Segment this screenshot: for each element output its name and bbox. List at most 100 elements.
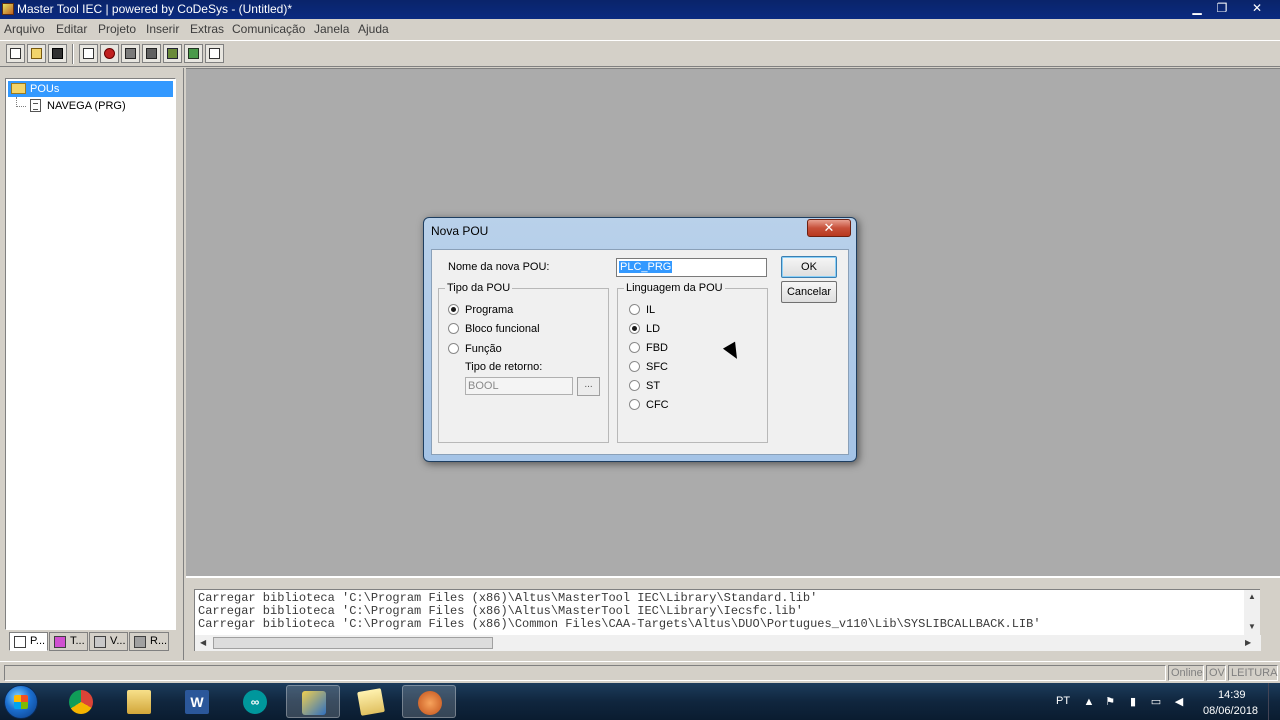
menu-arquivo[interactable]: Arquivo: [4, 22, 45, 36]
arduino-icon: ∞: [243, 690, 267, 714]
login-button[interactable]: [121, 44, 140, 63]
clock-time[interactable]: 14:39: [1218, 689, 1246, 701]
menu-ajuda[interactable]: Ajuda: [358, 22, 389, 36]
radio-bloco-funcional[interactable]: Bloco funcional: [448, 322, 540, 336]
radio-label: CFC: [646, 399, 669, 411]
action-center-icon[interactable]: ⚑: [1103, 696, 1117, 708]
radio-indicator: [629, 361, 640, 372]
logout-button[interactable]: [142, 44, 161, 63]
pou-tree: POUs NAVEGA (PRG): [5, 78, 176, 630]
radio-indicator: [629, 342, 640, 353]
messages-box[interactable]: Carregar biblioteca 'C:\Program Files (x…: [194, 589, 1261, 651]
tab-types[interactable]: T...: [49, 632, 88, 651]
menu-bar: Arquivo Editar Projeto Inserir Extras Co…: [0, 19, 1280, 39]
stop-button[interactable]: [100, 44, 119, 63]
menu-projeto[interactable]: Projeto: [98, 22, 136, 36]
pou-language-group: Linguagem da POU IL LD FBD SFC ST CFC: [617, 282, 768, 443]
show-hidden-icons-icon[interactable]: ▲: [1082, 696, 1096, 708]
tab-label: T...: [70, 635, 85, 647]
restore-button[interactable]: ❐: [1205, 0, 1239, 17]
radio-label: ST: [646, 380, 661, 392]
radio-label: SFC: [646, 361, 668, 373]
organizer-tabs: P... T... V... R...: [9, 632, 174, 652]
taskbar-mastertool[interactable]: [286, 685, 340, 718]
menu-inserir[interactable]: Inserir: [146, 22, 179, 36]
menu-editar[interactable]: Editar: [56, 22, 87, 36]
new-button[interactable]: [6, 44, 25, 63]
radio-sfc[interactable]: SFC: [629, 360, 668, 374]
title-bar: Master Tool IEC | powered by CoDeSys - (…: [0, 0, 1280, 19]
chrome-icon: [69, 690, 93, 714]
start-button[interactable]: [4, 685, 38, 719]
breakpoint-button[interactable]: [205, 44, 224, 63]
pou-name-input[interactable]: PLC_PRG: [616, 258, 767, 277]
show-desktop-button[interactable]: [1268, 683, 1280, 720]
messages-horizontal-scrollbar[interactable]: ◀ ▶: [195, 635, 1261, 651]
toolbar-separator: [72, 44, 74, 64]
cancel-button[interactable]: Cancelar: [781, 281, 837, 303]
taskbar-chrome[interactable]: [54, 685, 108, 718]
radio-indicator: [629, 304, 640, 315]
taskbar-app[interactable]: [402, 685, 456, 718]
tab-resources[interactable]: R...: [129, 632, 169, 651]
scroll-down-icon[interactable]: ▼: [1248, 622, 1256, 632]
radio-st[interactable]: ST: [629, 379, 660, 393]
return-type-browse-button[interactable]: ...: [577, 377, 600, 396]
taskbar-explorer[interactable]: [112, 685, 166, 718]
radio-indicator: [629, 380, 640, 391]
menu-comunicacao[interactable]: Comunicação: [232, 22, 305, 36]
scroll-right-icon[interactable]: ▶: [1245, 638, 1251, 648]
pou-type-group: Tipo da POU Programa Bloco funcional Fun…: [438, 282, 609, 443]
open-button[interactable]: [27, 44, 46, 63]
status-overwrite: OV: [1206, 665, 1226, 681]
status-online: Online: [1168, 665, 1204, 681]
breakpoint-icon: [209, 48, 220, 59]
language-indicator[interactable]: PT: [1056, 695, 1070, 707]
radio-indicator: [448, 343, 459, 354]
step-icon: [188, 48, 199, 59]
menu-janela[interactable]: Janela: [314, 22, 349, 36]
tree-item-navega[interactable]: NAVEGA (PRG): [28, 98, 168, 114]
radio-label: LD: [646, 323, 661, 335]
pou-language-legend: Linguagem da POU: [624, 282, 725, 294]
taskbar-folder[interactable]: [344, 685, 398, 718]
scroll-left-icon[interactable]: ◀: [200, 638, 206, 648]
radio-ld[interactable]: LD: [629, 322, 660, 336]
run-button[interactable]: [163, 44, 182, 63]
battery-icon[interactable]: ▭: [1149, 696, 1163, 708]
radio-indicator: [448, 323, 459, 334]
pou-name-value: PLC_PRG: [619, 261, 673, 273]
menu-extras[interactable]: Extras: [190, 22, 224, 36]
scroll-thumb[interactable]: [213, 637, 493, 649]
step-button[interactable]: [184, 44, 203, 63]
taskbar-word[interactable]: W: [170, 685, 224, 718]
return-type-input[interactable]: BOOL: [465, 377, 573, 395]
logout-icon: [146, 48, 157, 59]
radio-programa[interactable]: Programa: [448, 303, 513, 317]
tab-visualizations[interactable]: V...: [89, 632, 128, 651]
taskbar-arduino[interactable]: ∞: [228, 685, 282, 718]
tree-item-pous[interactable]: POUs: [8, 81, 173, 97]
scroll-up-icon[interactable]: ▲: [1248, 592, 1256, 602]
clock-date[interactable]: 08/06/2018: [1203, 705, 1258, 717]
radio-cfc[interactable]: CFC: [629, 398, 669, 412]
tree-item-label: POUs: [30, 83, 60, 95]
radio-indicator: [629, 399, 640, 410]
tab-pous[interactable]: P...: [9, 632, 48, 651]
save-button[interactable]: [48, 44, 67, 63]
open-icon: [31, 48, 42, 59]
radio-funcao[interactable]: Função: [448, 342, 502, 356]
radio-label: FBD: [646, 342, 668, 354]
network-icon[interactable]: ▮: [1126, 696, 1140, 708]
volume-icon[interactable]: ◀: [1172, 696, 1186, 708]
radio-il[interactable]: IL: [629, 303, 655, 317]
radio-label: Função: [465, 343, 502, 355]
radio-indicator: [448, 304, 459, 315]
messages-vertical-scrollbar[interactable]: ▲ ▼: [1244, 590, 1260, 636]
new-pou-dialog: Nova POU ✕ Nome da nova POU: PLC_PRG OK …: [423, 217, 857, 462]
radio-fbd[interactable]: FBD: [629, 341, 668, 355]
dialog-close-button[interactable]: ✕: [807, 219, 851, 237]
close-window-button[interactable]: ✕: [1240, 0, 1274, 17]
ok-button[interactable]: OK: [781, 256, 837, 278]
compile-button[interactable]: [79, 44, 98, 63]
